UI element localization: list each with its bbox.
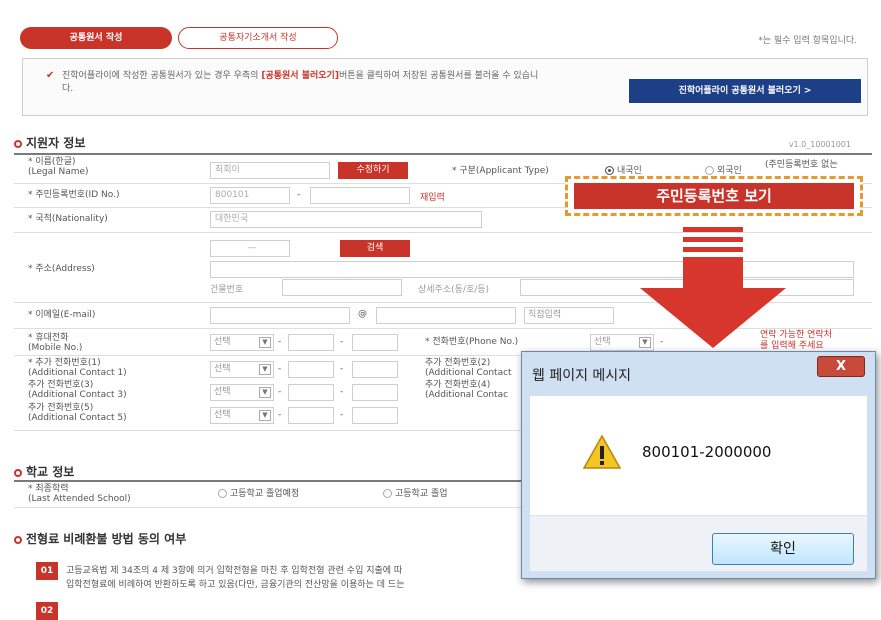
tab-common-application[interactable]: 공통원서 작성 (20, 27, 172, 49)
dialog-title: 웹 페이지 메시지 (532, 368, 632, 384)
radio-expected-graduation[interactable]: 고등학교 졸업예정 (218, 489, 299, 499)
section-bullet-icon (14, 468, 22, 477)
id-number-front-input[interactable]: 800101 (210, 187, 290, 204)
chevron-down-icon: ▼ (259, 364, 271, 375)
close-icon[interactable]: X (817, 356, 865, 377)
show-id-number-banner[interactable]: 주민등록번호 보기 (565, 176, 863, 216)
contact3-middle-input[interactable] (288, 384, 334, 401)
dash: - (340, 337, 344, 347)
id-dash: - (297, 190, 301, 200)
dash: - (340, 364, 344, 374)
required-fields-note: *는 필수 입력 항목입니다. (758, 36, 857, 46)
contact3-prefix-select[interactable]: 선택 ▼ (210, 384, 274, 401)
item-number-badge: 01 (36, 562, 58, 580)
school-section-title: 학교 정보 (14, 463, 74, 480)
chevron-down-icon: ▼ (259, 410, 271, 421)
dialog-body: 800101-2000000 (530, 396, 867, 515)
web-page-message-dialog: 웹 페이지 메시지 X 800101-2000000 확인 (521, 351, 876, 579)
contact5-last-input[interactable] (352, 407, 398, 424)
version-label: v1.0_10001001 (788, 140, 851, 149)
contact1-middle-input[interactable] (288, 361, 334, 378)
radio-off-icon (218, 489, 227, 498)
dash: - (278, 410, 282, 420)
contact1-prefix-select[interactable]: 선택 ▼ (210, 361, 274, 378)
email-label: * 이메일(E-mail) (28, 310, 96, 320)
dash: - (278, 364, 282, 374)
id-number-label: * 주민등록번호(ID No.) (28, 190, 120, 200)
contact2-label: 추가 전화번호(2) (Additional Contact (425, 358, 512, 378)
contact1-label: * 추가 전화번호(1) (Additional Contact 1) (28, 358, 127, 378)
notice-text: 진학어플라이에 작성한 공통원서가 있는 경우 우측의 [공통원서 불러오기]버… (62, 71, 539, 94)
down-arrow-icon (640, 266, 786, 348)
mobile-last-input[interactable] (352, 334, 398, 351)
arrow-stripe (683, 237, 743, 242)
chevron-down-icon: ▼ (259, 337, 271, 348)
dialog-message: 800101-2000000 (642, 443, 772, 461)
email-domain-select[interactable]: 직접입력 (524, 307, 614, 324)
building-number-input[interactable] (282, 279, 402, 296)
contact1-last-input[interactable] (352, 361, 398, 378)
contact3-label: 추가 전화번호(3) (Additional Contact 3) (28, 380, 127, 400)
address-search-button[interactable]: 검색 (340, 240, 410, 257)
email-id-input[interactable] (210, 307, 350, 324)
edit-name-button[interactable]: 수정하기 (338, 162, 408, 179)
contact5-prefix-select[interactable]: 선택 ▼ (210, 407, 274, 424)
applicant-type-note: (주민등록번호 없는 (765, 160, 838, 170)
dash: - (340, 410, 344, 420)
refund-section-title: 전형료 비례환불 방법 동의 여부 (14, 530, 186, 547)
contact5-middle-input[interactable] (288, 407, 334, 424)
dash: - (340, 387, 344, 397)
address-label: * 주소(Address) (28, 264, 95, 274)
mobile-label: * 휴대전화 (Mobile No.) (28, 333, 83, 353)
nationality-input[interactable]: 대한민국 (210, 211, 482, 228)
dialog-footer: 확인 (530, 515, 867, 571)
section-divider (14, 153, 872, 155)
mobile-middle-input[interactable] (288, 334, 334, 351)
section-bullet-icon (14, 139, 22, 148)
contact3-last-input[interactable] (352, 384, 398, 401)
id-number-back-input[interactable] (310, 187, 410, 204)
ok-button[interactable]: 확인 (712, 533, 854, 565)
zip-code-input[interactable]: — (210, 240, 290, 257)
chevron-down-icon: ▼ (259, 387, 271, 398)
radio-graduated[interactable]: 고등학교 졸업 (383, 489, 448, 499)
nationality-label: * 국적(Nationality) (28, 214, 108, 224)
legal-name-label: * 이름(한글) (Legal Name) (28, 157, 89, 177)
mobile-prefix-select[interactable]: 선택 ▼ (210, 334, 274, 351)
applicant-section-title: 지원자 정보 (14, 134, 85, 151)
applicant-type-label: * 구분(Applicant Type) (452, 166, 549, 176)
radio-off-icon (383, 489, 392, 498)
detail-address-label: 상세주소(동/호/등) (418, 285, 490, 295)
email-domain-input[interactable] (376, 307, 516, 324)
dash: - (278, 337, 282, 347)
dash: - (278, 387, 282, 397)
row-divider (14, 232, 872, 233)
radio-domestic[interactable]: 내국인 (605, 166, 642, 176)
radio-on-icon (605, 166, 614, 175)
contact5-label: 추가 전화번호(5) (Additional Contact 5) (28, 403, 127, 423)
building-number-label: 건물번호 (210, 285, 244, 295)
arrow-stripe (683, 227, 743, 232)
reenter-link[interactable]: 재입력 (420, 190, 445, 203)
radio-foreign[interactable]: 외국인 (705, 166, 742, 176)
load-common-application-button[interactable]: 진학어플라이 공통원서 불러오기 > (629, 79, 861, 103)
arrow-stripe (683, 247, 743, 252)
radio-off-icon (705, 166, 714, 175)
email-at-sign: @ (358, 309, 367, 319)
check-icon: ✔ (46, 70, 55, 81)
phone-label: * 전화번호(Phone No.) (425, 337, 519, 347)
tab-common-self-introduction[interactable]: 공통자기소개서 작성 (178, 27, 338, 49)
refund-item-1-text: 고등교육법 제 34조의 4 제 3항에 의거 입학전형을 마친 후 입학전형 … (66, 566, 405, 590)
contact4-label: 추가 전화번호(4) (Additional Contac (425, 380, 509, 400)
item-number-badge: 02 (36, 602, 58, 620)
last-school-label: * 최종학력 (Last Attended School) (28, 484, 131, 504)
warning-icon (582, 434, 622, 469)
legal-name-input[interactable]: 최회이 (210, 162, 330, 179)
show-id-number-label: 주민등록번호 보기 (574, 183, 854, 209)
section-bullet-icon (14, 535, 22, 544)
